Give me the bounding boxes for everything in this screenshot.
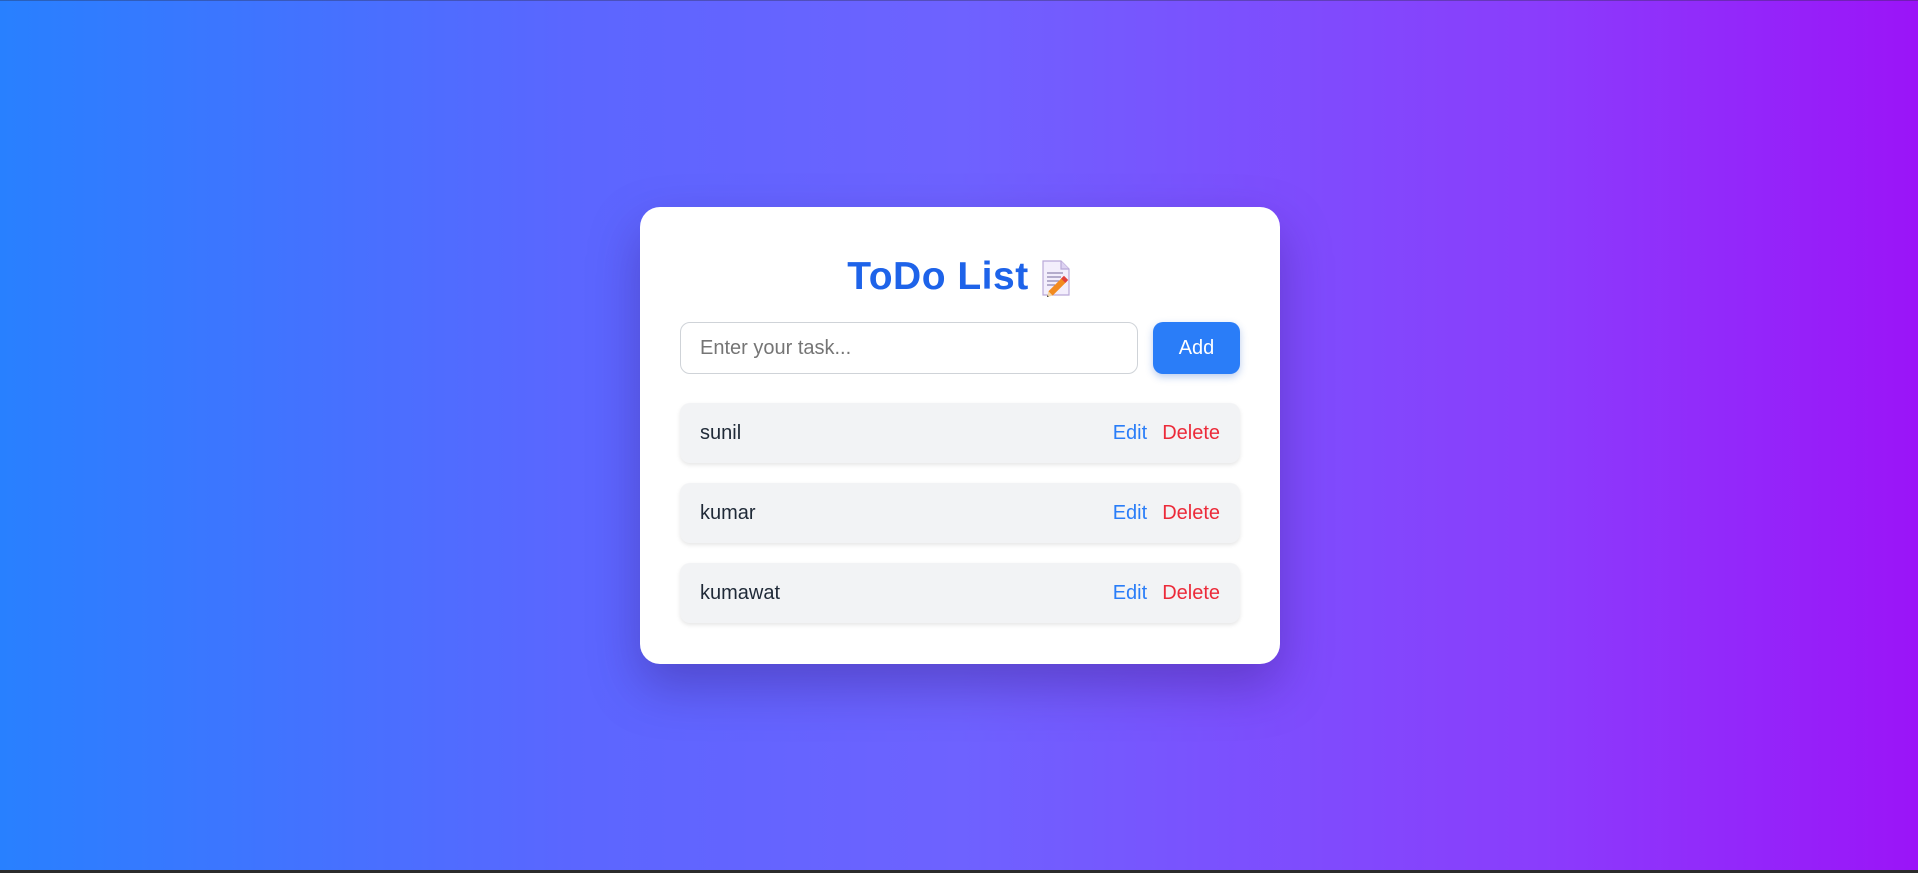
list-item: kumawat Edit Delete [680,563,1240,623]
delete-button[interactable]: Delete [1162,502,1220,525]
list-item: sunil Edit Delete [680,403,1240,463]
todo-card: ToDo List Add sunil [640,207,1280,664]
memo-icon [1039,259,1073,298]
edit-button[interactable]: Edit [1113,502,1147,525]
task-text: kumar [700,501,756,524]
task-text: kumawat [700,581,781,604]
list-item: kumar Edit Delete [680,483,1240,543]
task-input[interactable] [680,322,1138,374]
input-row: Add [680,322,1240,374]
edit-button[interactable]: Edit [1113,422,1147,445]
add-button[interactable]: Add [1153,322,1240,374]
delete-button[interactable]: Delete [1162,422,1220,445]
window-top-border [0,0,1918,1]
task-text: sunil [700,421,742,444]
task-list: sunil Edit Delete kumar Edit Delete kuma… [680,403,1240,643]
page-title: ToDo List [847,255,1029,298]
title-row: ToDo List [640,249,1280,305]
edit-button[interactable]: Edit [1113,582,1147,605]
delete-button[interactable]: Delete [1162,582,1220,605]
